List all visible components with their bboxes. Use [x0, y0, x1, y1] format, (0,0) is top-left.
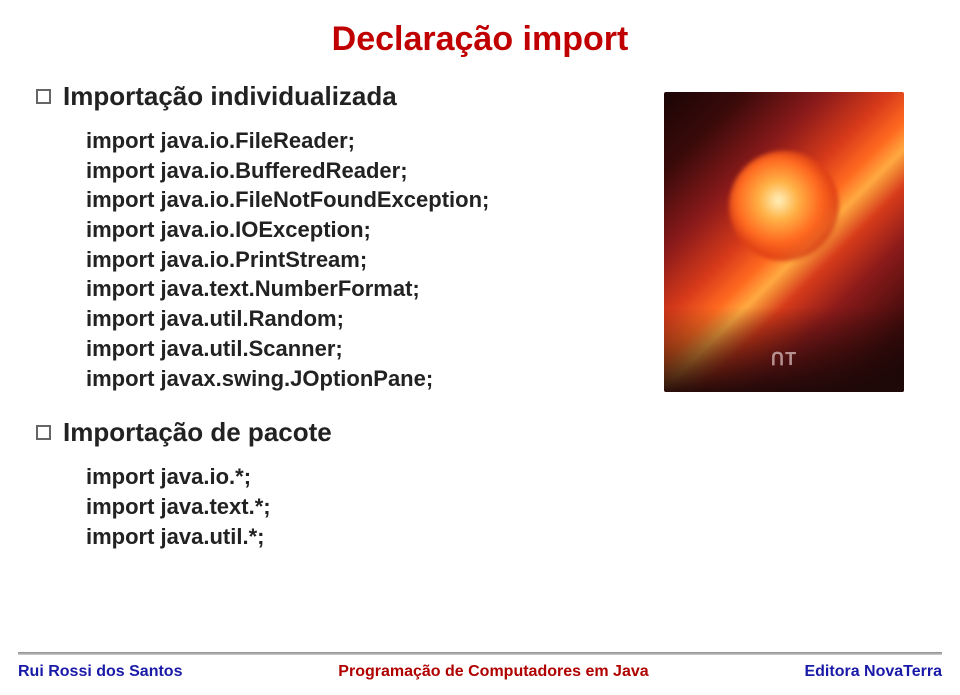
code-line: import java.text.*;: [86, 492, 920, 522]
footer-title: Programação de Computadores em Java: [338, 663, 648, 681]
page-title: Declaração import: [40, 20, 920, 59]
code-line: import java.util.*;: [86, 522, 920, 552]
footer: Rui Rossi dos Santos Programação de Comp…: [0, 642, 960, 695]
section2-heading: Importação de pacote: [63, 417, 332, 448]
section1-heading: Importação individualizada: [63, 81, 397, 112]
footer-author: Rui Rossi dos Santos: [18, 663, 182, 681]
decorative-image: ᑎT: [664, 92, 904, 392]
footer-divider: [18, 652, 942, 655]
decorative-logo: ᑎT: [771, 349, 797, 370]
section2-code: import java.io.*; import java.text.*; im…: [86, 462, 920, 551]
footer-publisher: Editora NovaTerra: [804, 663, 942, 681]
section2-heading-row: Importação de pacote: [36, 417, 920, 448]
code-line: import java.io.*;: [86, 462, 920, 492]
bullet-box-icon: [36, 425, 51, 440]
bullet-box-icon: [36, 89, 51, 104]
